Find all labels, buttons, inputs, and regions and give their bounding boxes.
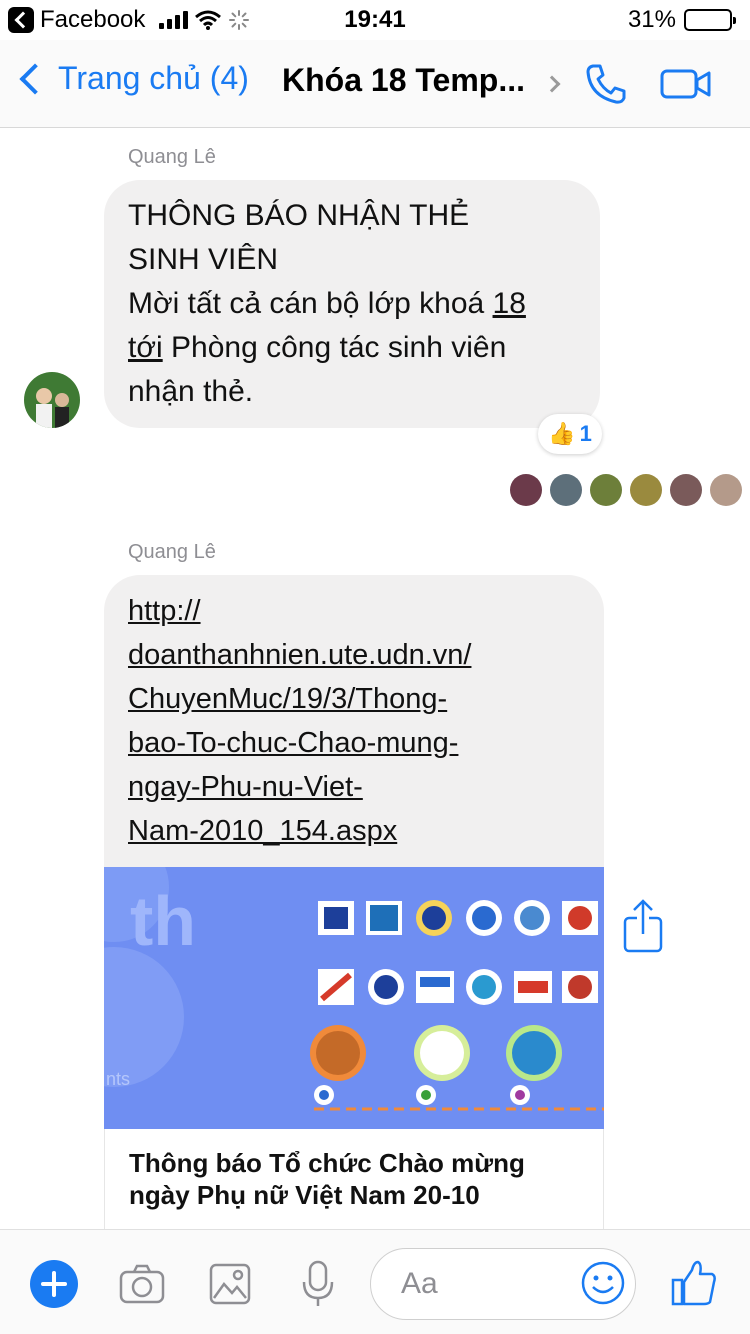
message-input-placeholder: Aa [401,1267,438,1300]
link-message-bubble[interactable]: http:// doanthanhnien.ute.udn.vn/ Chuyen… [104,575,604,905]
thumbs-up-like-icon[interactable] [670,1258,718,1308]
composer-bar: Aa [0,1229,750,1334]
read-avatar [590,474,622,506]
message-bubble[interactable]: THÔNG BÁO NHẬN THẺ SINH VIÊN Mời tất cả … [104,180,600,428]
read-avatar [550,474,582,506]
conversation-header: Trang chủ (4) Khóa 18 Temp... [0,40,750,128]
message-line: Phòng công tác sinh viên [162,331,507,364]
phone-call-icon[interactable] [584,62,628,106]
message-line: Mời tất cả cán bộ lớp khoá [128,287,493,320]
chevron-right-icon[interactable] [543,75,561,93]
photo-gallery-icon[interactable] [206,1260,254,1308]
preview-small-text: nts [106,1069,130,1089]
reaction-badge[interactable]: 👍 1 [538,414,602,454]
link-line[interactable]: ChuyenMuc/19/3/Thong- [128,677,471,721]
back-label: Trang chủ (4) [58,60,249,96]
link-line[interactable]: http:// [128,589,471,633]
conversation-title[interactable]: Khóa 18 Temp... [282,62,525,99]
link-preview-title: Thông báo Tổ chức Chào mừng ngày Phụ nữ … [129,1148,525,1210]
read-receipts[interactable] [510,474,742,506]
share-icon[interactable] [622,898,664,954]
microphone-icon[interactable] [294,1260,342,1308]
message-line: SINH VIÊN [128,243,279,276]
link-line[interactable]: Nam-2010_154.aspx [128,809,471,853]
read-avatar [630,474,662,506]
message-line: nhận thẻ. [128,375,254,408]
link-line[interactable]: doanthanhnien.ute.udn.vn/ [128,633,471,677]
sender-name: Quang Lê [128,146,216,168]
battery-icon [684,9,736,31]
link-preview-card[interactable]: Thông báo Tổ chức Chào mừng ngày Phụ nữ … [104,1129,604,1229]
status-bar: Facebook 19:41 31% [0,0,750,40]
emoji-smiley-icon[interactable] [580,1260,626,1306]
detected-number-link[interactable]: 18 [493,287,526,320]
more-actions-plus-button[interactable] [30,1260,78,1308]
message-link[interactable]: http:// doanthanhnien.ute.udn.vn/ Chuyen… [128,589,471,853]
avatar[interactable] [24,372,80,428]
read-avatar [670,474,702,506]
link-preview-image[interactable]: th nts [104,867,604,1129]
preview-big-text: th [130,882,196,960]
back-button[interactable]: Trang chủ (4) [14,60,249,97]
thumbs-up-emoji-icon: 👍 [548,421,576,446]
battery-percent: 31% [627,6,676,33]
link-line[interactable]: ngay-Phu-nu-Viet- [128,765,471,809]
link-line[interactable]: bao-To-chuc-Chao-mung- [128,721,471,765]
message-text: THÔNG BÁO NHẬN THẺ SINH VIÊN Mời tất cả … [128,194,526,414]
battery-status: 31% [627,6,736,34]
message-line: THÔNG BÁO NHẬN THẺ [128,199,470,232]
detected-date-link[interactable]: tới [128,331,163,364]
sender-name: Quang Lê [128,541,216,563]
video-call-icon[interactable] [660,68,712,100]
reaction-count: 1 [579,421,592,446]
read-avatar [510,474,542,506]
chevron-left-icon [19,62,51,95]
camera-icon[interactable] [118,1260,166,1308]
read-avatar [710,474,742,506]
